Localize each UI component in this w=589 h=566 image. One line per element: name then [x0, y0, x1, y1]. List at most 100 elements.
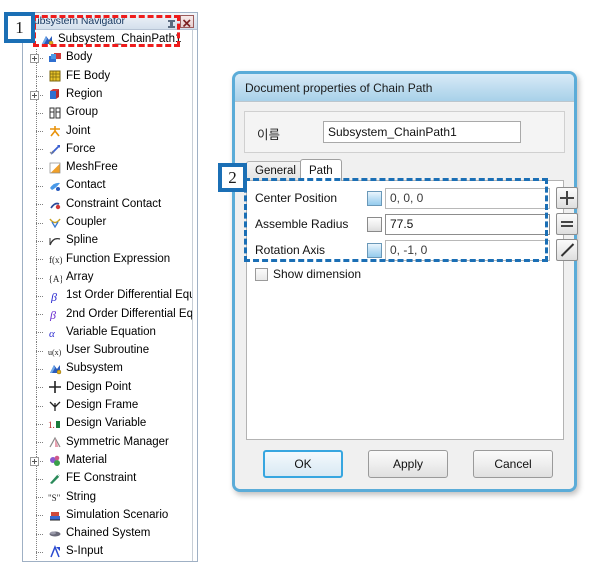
- rotation-axis-label: Rotation Axis: [255, 243, 326, 257]
- tree-item-label: Design Frame: [66, 399, 139, 412]
- show-dimension-row[interactable]: Show dimension: [255, 267, 361, 281]
- tree-item-body[interactable]: Body: [23, 49, 197, 68]
- tree-item-joint[interactable]: Joint: [23, 122, 197, 141]
- svg-text:β: β: [50, 290, 57, 303]
- dialog-titlebar: Document properties of Chain Path: [235, 74, 574, 102]
- show-dimension-checkbox[interactable]: [255, 267, 268, 281]
- group-icon: [48, 106, 62, 120]
- tree-item-chained-system[interactable]: Chained System: [23, 524, 197, 544]
- tree-item-label: Variable Equation: [66, 325, 156, 338]
- joint-icon: [48, 124, 62, 138]
- material-icon: [48, 454, 62, 468]
- tree-item-label: 2nd Order Differential Equa: [66, 307, 197, 320]
- tree-item-simulation-scenario[interactable]: Simulation Scenario: [23, 506, 197, 525]
- rotation-axis-value[interactable]: [385, 239, 550, 261]
- tree-item-label: Group: [66, 106, 98, 119]
- tree-item-string[interactable]: "S" String: [23, 488, 197, 507]
- center-position-value[interactable]: [385, 187, 550, 209]
- tree-item-group[interactable]: Group: [23, 103, 197, 123]
- expand-icon[interactable]: [30, 90, 39, 100]
- tree-item-label: Region: [66, 87, 103, 100]
- rotation-axis-checkbox[interactable]: [367, 242, 382, 258]
- tree-item-label: Simulation Scenario: [66, 508, 169, 521]
- tree-item-design-point[interactable]: Design Point: [23, 378, 197, 397]
- name-label: 이름: [257, 128, 281, 142]
- tree-item-label: Design Point: [66, 380, 132, 393]
- tab-path[interactable]: Path: [300, 159, 342, 181]
- tree-item-label: S-Input: [66, 545, 104, 558]
- array-icon: {A}: [48, 271, 64, 285]
- tree-item-constraint-contact[interactable]: Constraint Contact: [23, 195, 197, 214]
- tree-item-label: Constraint Contact: [66, 197, 162, 210]
- apply-button[interactable]: Apply: [368, 450, 448, 478]
- name-input[interactable]: [323, 121, 521, 143]
- svg-text:α: α: [49, 328, 55, 340]
- dialog-content: 이름 General Path Center Position Assemble…: [235, 103, 578, 489]
- tree-item-1st-order-differential-equati[interactable]: β 1st Order Differential Equati: [23, 286, 197, 306]
- center-position-checkbox[interactable]: [367, 190, 382, 206]
- name-group-box: 이름: [244, 111, 565, 153]
- cancel-button[interactable]: Cancel: [473, 450, 553, 478]
- tree-item-array[interactable]: {A}Array: [23, 268, 197, 287]
- tree-item-design-frame[interactable]: Design Frame: [23, 396, 197, 415]
- assemble-radius-checkbox[interactable]: [367, 216, 382, 232]
- screenshot-root: Subsystem Navigator Subsystem_ChainPath1…: [0, 0, 589, 566]
- constraint-contact-icon: [48, 198, 62, 212]
- tree-item-region[interactable]: Region: [23, 85, 197, 104]
- tree-item-list: Body FE Body Region Group Joint Force MeshFree…: [23, 49, 197, 561]
- tree-item-label: Material: [66, 453, 107, 466]
- tree-root-node[interactable]: Subsystem_ChainPath1: [23, 30, 197, 49]
- assemble-radius-value[interactable]: [385, 213, 550, 235]
- tree-item-2nd-order-differential-equa[interactable]: β 2nd Order Differential Equa: [23, 305, 197, 324]
- meshfree-icon: [48, 161, 62, 175]
- equals-icon-button[interactable]: [556, 213, 578, 235]
- tree-item-variable-equation[interactable]: α Variable Equation: [23, 323, 197, 342]
- chained-system-icon: [48, 527, 62, 541]
- tree-item-fe-body[interactable]: FE Body: [23, 67, 197, 86]
- tree-item-spline[interactable]: Spline: [23, 231, 197, 251]
- tree-item-function-expression[interactable]: f(x) Function Expression: [23, 250, 197, 269]
- close-icon[interactable]: [180, 15, 194, 28]
- tab-page-path: Center Position Assemble Radius Rotation…: [246, 180, 578, 440]
- navigator-right-edge: [192, 30, 197, 561]
- navigator-tree[interactable]: Subsystem_ChainPath1 Body FE Body Region Gr…: [23, 30, 197, 561]
- field-row-center-position: Center Position: [255, 187, 578, 209]
- ok-button[interactable]: OK: [263, 450, 343, 478]
- pin-icon[interactable]: [166, 16, 177, 28]
- tree-item-design-variable[interactable]: 1. Design Variable: [23, 414, 197, 434]
- tab-general[interactable]: General: [246, 161, 305, 180]
- field-row-assemble-radius: Assemble Radius: [255, 213, 578, 235]
- design-frame-icon: [48, 399, 62, 413]
- callout-badge-2: 2: [218, 163, 247, 192]
- variable-equation-icon: α: [48, 326, 62, 340]
- tree-item-label: Subsystem: [66, 362, 123, 375]
- second-order-diff-eq-icon: β: [48, 307, 62, 322]
- tree-item-force[interactable]: Force: [23, 140, 197, 159]
- tree-item-meshfree[interactable]: MeshFree: [23, 158, 197, 178]
- tree-item-symmetric-manager[interactable]: Symmetric Manager: [23, 433, 197, 452]
- plus-icon-button[interactable]: [556, 187, 578, 209]
- tree-item-label: MeshFree: [66, 161, 118, 174]
- tree-item-fe-constraint[interactable]: FE Constraint: [23, 469, 197, 489]
- callout-badge-1: 1: [4, 12, 35, 43]
- tree-item-contact[interactable]: Contact: [23, 177, 197, 196]
- field-row-rotation-axis: Rotation Axis: [255, 239, 578, 261]
- string-icon: "S": [48, 490, 62, 504]
- tree-item-label: Force: [66, 142, 96, 155]
- tree-item-user-subroutine[interactable]: u(x) User Subroutine: [23, 341, 197, 361]
- expand-icon[interactable]: [30, 456, 39, 466]
- diagonal-line-icon-button[interactable]: [556, 239, 578, 261]
- tree-item-s-input[interactable]: S-Input: [23, 543, 197, 561]
- spline-icon: [48, 234, 62, 248]
- fe-body-icon: [48, 69, 62, 83]
- expand-icon[interactable]: [30, 54, 39, 63]
- tree-item-subsystem[interactable]: Subsystem: [23, 360, 197, 379]
- contact-icon: [48, 179, 62, 193]
- force-icon: [48, 143, 62, 157]
- tree-item-label: Body: [66, 51, 93, 64]
- tree-item-coupler[interactable]: Coupler: [23, 213, 197, 232]
- tree-item-label: Contact: [66, 179, 106, 192]
- tree-item-label: Design Variable: [66, 417, 147, 430]
- design-point-icon: [48, 380, 62, 394]
- tree-item-material[interactable]: Material: [23, 451, 197, 470]
